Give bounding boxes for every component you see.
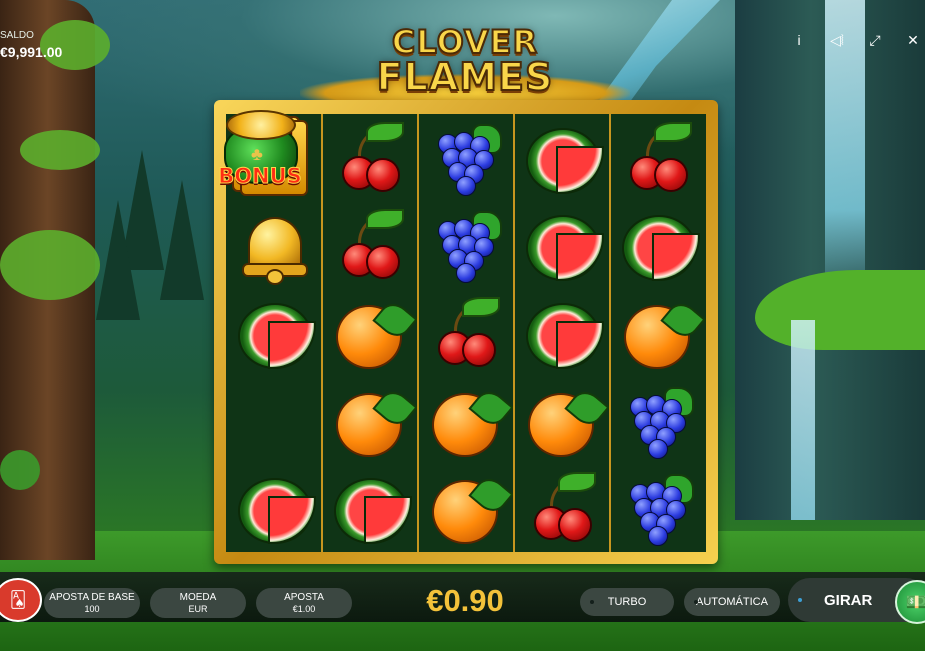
- sound-icon[interactable]: ◁⦚: [825, 30, 849, 50]
- watermelon-icon: [236, 295, 316, 371]
- cherry-icon: [428, 295, 504, 371]
- reel-cell: [610, 464, 706, 552]
- close-icon[interactable]: ✕: [901, 30, 925, 50]
- watermelon-icon: [332, 470, 412, 546]
- reel-cell: [418, 114, 514, 202]
- orange-icon: [524, 383, 610, 459]
- grape-icon: [428, 207, 504, 284]
- watermelon-icon: [236, 470, 316, 546]
- cherry-icon: [332, 120, 408, 196]
- reel-divider: [513, 114, 515, 552]
- watermelon-icon: [524, 207, 604, 283]
- fullscreen-icon[interactable]: ⤢: [863, 30, 887, 50]
- reel-cell: ♣ BONUS: [218, 110, 322, 465]
- reel-cell: [226, 464, 322, 552]
- reel-cell: [514, 202, 610, 290]
- pine-tree: [160, 180, 204, 300]
- reel-cell: [226, 202, 322, 290]
- reel-cell: [514, 377, 610, 465]
- reel-cell: [322, 202, 418, 290]
- reel-cell: [322, 377, 418, 465]
- reel-cell: [514, 114, 610, 202]
- reel-cell: [514, 289, 610, 377]
- reel-cell: [418, 464, 514, 552]
- base-bet-value: 100: [84, 603, 100, 614]
- orange-icon: [332, 383, 418, 459]
- bonus-pot-icon: ♣ BONUS: [218, 110, 312, 198]
- watermelon-icon: [524, 120, 604, 196]
- reel-cell: [226, 289, 322, 377]
- spin-indicator: [798, 598, 802, 602]
- balance: SALDO €9,991.00: [0, 30, 62, 60]
- autoplay-indicator: [694, 600, 698, 604]
- info-icon[interactable]: i: [787, 30, 811, 50]
- waterfall: [791, 320, 815, 520]
- reel-cell: [610, 114, 706, 202]
- reel-cell: [322, 289, 418, 377]
- reel-divider: [321, 114, 323, 552]
- cherry-icon: [620, 120, 696, 196]
- autoplay-label: AUTOMÁTICA: [696, 596, 768, 608]
- reel-cell: [322, 114, 418, 202]
- reel-grid: 7♣BONUS: [218, 110, 706, 552]
- turbo-indicator: [590, 600, 594, 604]
- reel-frame: 7♣BONUS: [214, 100, 718, 564]
- base-bet-button[interactable]: APOSTA DE BASE 100: [44, 588, 140, 618]
- cherry-icon: [332, 207, 408, 283]
- reel-cell: [322, 464, 418, 552]
- reel-cell: [610, 377, 706, 465]
- reel-cell: [418, 377, 514, 465]
- currency-value: EUR: [188, 603, 208, 614]
- pine-tree: [96, 200, 140, 320]
- base-bet-label: APOSTA DE BASE: [49, 591, 135, 603]
- logo-line-2: FLAMES: [376, 55, 554, 99]
- cherry-icon: [524, 470, 600, 546]
- control-bar: 🂡 APOSTA DE BASE 100 MOEDA EUR APOSTA €1…: [0, 572, 925, 624]
- bet-label: APOSTA: [284, 591, 324, 603]
- reel-divider: [609, 114, 611, 552]
- autoplay-toggle[interactable]: AUTOMÁTICA: [684, 588, 780, 616]
- currency-label: MOEDA: [179, 591, 217, 603]
- top-toolbar: i ◁⦚ ⤢ ✕: [787, 30, 925, 50]
- reel-cell: [610, 289, 706, 377]
- watermelon-icon: [620, 207, 700, 283]
- orange-icon: [428, 470, 514, 546]
- game-logo: CLOVER FLAMES: [300, 23, 630, 112]
- balance-label: SALDO: [0, 30, 34, 41]
- total-bet-display: €0.90: [426, 583, 504, 618]
- spin-label: GIRAR: [824, 591, 873, 609]
- bet-button[interactable]: APOSTA €1.00: [256, 588, 352, 618]
- orange-icon: [428, 383, 514, 459]
- balance-value: €9,991.00: [0, 44, 63, 60]
- bet-value: €1.00: [292, 603, 316, 614]
- grape-icon: [620, 383, 696, 459]
- bell-icon: [236, 207, 312, 286]
- watermelon-icon: [524, 295, 604, 371]
- clover-leaf: [0, 450, 40, 490]
- reel-cell: [418, 289, 514, 377]
- cards-icon[interactable]: 🂡: [0, 578, 42, 622]
- logo-line-1: CLOVER: [391, 23, 539, 61]
- orange-icon: [332, 295, 418, 371]
- currency-button[interactable]: MOEDA EUR: [150, 588, 246, 618]
- orange-icon: [620, 295, 706, 371]
- bonus-label: BONUS: [218, 164, 303, 189]
- moss: [20, 130, 100, 170]
- reel-divider: [417, 114, 419, 552]
- moss: [0, 230, 100, 300]
- grape-icon: [428, 120, 504, 196]
- turbo-toggle[interactable]: TURBO: [580, 588, 674, 616]
- reel-cell: [418, 202, 514, 290]
- reel-cell: [514, 464, 610, 552]
- turbo-label: TURBO: [607, 596, 647, 608]
- grape-icon: [620, 470, 696, 547]
- reel-cell: [610, 202, 706, 290]
